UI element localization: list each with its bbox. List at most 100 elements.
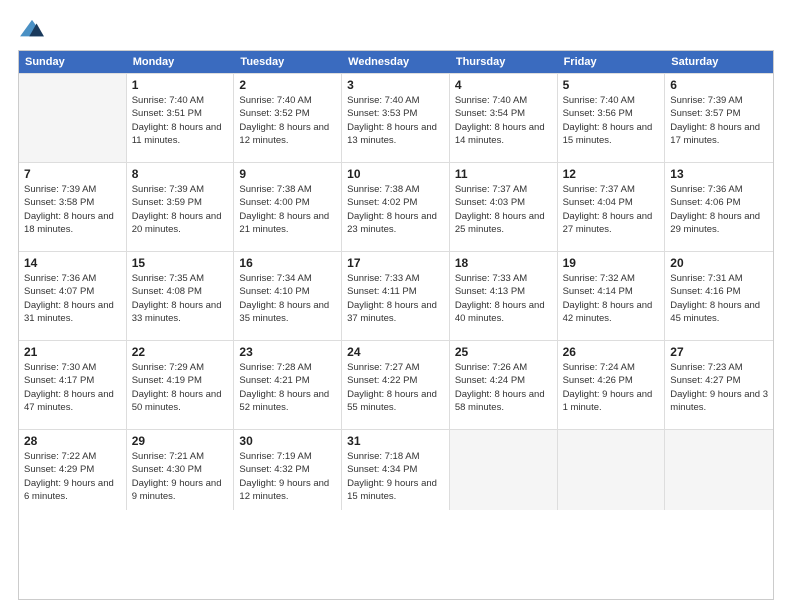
header [18, 18, 774, 40]
weekday-header: Monday [127, 51, 235, 73]
day-number: 17 [347, 256, 444, 270]
day-number: 7 [24, 167, 121, 181]
day-number: 8 [132, 167, 229, 181]
calendar-cell [450, 430, 558, 510]
day-info: Sunrise: 7:33 AM Sunset: 4:11 PM Dayligh… [347, 272, 444, 325]
calendar-row: 1Sunrise: 7:40 AM Sunset: 3:51 PM Daylig… [19, 73, 773, 162]
day-info: Sunrise: 7:21 AM Sunset: 4:30 PM Dayligh… [132, 450, 229, 503]
calendar-cell: 30Sunrise: 7:19 AM Sunset: 4:32 PM Dayli… [234, 430, 342, 510]
day-info: Sunrise: 7:39 AM Sunset: 3:57 PM Dayligh… [670, 94, 768, 147]
calendar-header: SundayMondayTuesdayWednesdayThursdayFrid… [19, 51, 773, 73]
weekday-header: Thursday [450, 51, 558, 73]
day-info: Sunrise: 7:38 AM Sunset: 4:00 PM Dayligh… [239, 183, 336, 236]
calendar-cell: 14 Sunrise: 7:36 AM Sunset: 4:07 PM Dayli… [19, 252, 127, 340]
day-info: Sunrise: 7:30 AM Sunset: 4:17 PM Dayligh… [24, 361, 121, 414]
calendar-cell: 19 Sunrise: 7:32 AM Sunset: 4:14 PM Dayli… [558, 252, 666, 340]
calendar-row: 14 Sunrise: 7:36 AM Sunset: 4:07 PM Dayli… [19, 251, 773, 340]
day-info: Sunrise: 7:32 AM Sunset: 4:14 PM Dayligh… [563, 272, 660, 325]
calendar-row: 7 Sunrise: 7:39 AM Sunset: 3:58 PM Daylig… [19, 162, 773, 251]
calendar-row: 28Sunrise: 7:22 AM Sunset: 4:29 PM Dayli… [19, 429, 773, 510]
weekday-header: Tuesday [234, 51, 342, 73]
day-info: Sunrise: 7:38 AM Sunset: 4:02 PM Dayligh… [347, 183, 444, 236]
day-info: Sunrise: 7:31 AM Sunset: 4:16 PM Dayligh… [670, 272, 768, 325]
calendar-cell: 31 Sunrise: 7:18 AM Sunset: 4:34 PM Dayli… [342, 430, 450, 510]
day-info: Sunrise: 7:26 AM Sunset: 4:24 PM Dayligh… [455, 361, 552, 414]
calendar-cell: 28Sunrise: 7:22 AM Sunset: 4:29 PM Dayli… [19, 430, 127, 510]
day-info: Sunrise: 7:39 AM Sunset: 3:58 PM Dayligh… [24, 183, 121, 236]
day-info: Sunrise: 7:36 AM Sunset: 4:06 PM Dayligh… [670, 183, 768, 236]
calendar-cell: 24 Sunrise: 7:27 AM Sunset: 4:22 PM Dayli… [342, 341, 450, 429]
day-number: 2 [239, 78, 336, 92]
logo [18, 18, 50, 40]
day-number: 5 [563, 78, 660, 92]
day-number: 25 [455, 345, 552, 359]
page: SundayMondayTuesdayWednesdayThursdayFrid… [0, 0, 792, 612]
day-info: Sunrise: 7:28 AM Sunset: 4:21 PM Dayligh… [239, 361, 336, 414]
day-number: 9 [239, 167, 336, 181]
weekday-header: Sunday [19, 51, 127, 73]
day-number: 6 [670, 78, 768, 92]
calendar-cell: 12 Sunrise: 7:37 AM Sunset: 4:04 PM Dayli… [558, 163, 666, 251]
day-info: Sunrise: 7:40 AM Sunset: 3:53 PM Dayligh… [347, 94, 444, 147]
calendar-cell: 6 Sunrise: 7:39 AM Sunset: 3:57 PM Daylig… [665, 74, 773, 162]
day-number: 26 [563, 345, 660, 359]
calendar-cell: 27 Sunrise: 7:23 AM Sunset: 4:27 PM Dayli… [665, 341, 773, 429]
day-info: Sunrise: 7:40 AM Sunset: 3:52 PM Dayligh… [239, 94, 336, 147]
day-number: 16 [239, 256, 336, 270]
day-info: Sunrise: 7:33 AM Sunset: 4:13 PM Dayligh… [455, 272, 552, 325]
calendar-cell: 23 Sunrise: 7:28 AM Sunset: 4:21 PM Dayli… [234, 341, 342, 429]
calendar-cell: 2 Sunrise: 7:40 AM Sunset: 3:52 PM Daylig… [234, 74, 342, 162]
day-number: 14 [24, 256, 121, 270]
day-number: 31 [347, 434, 444, 448]
day-info: Sunrise: 7:24 AM Sunset: 4:26 PM Dayligh… [563, 361, 660, 414]
day-info: Sunrise: 7:34 AM Sunset: 4:10 PM Dayligh… [239, 272, 336, 325]
day-number: 12 [563, 167, 660, 181]
day-info: Sunrise: 7:36 AM Sunset: 4:07 PM Dayligh… [24, 272, 121, 325]
calendar-cell: 4 Sunrise: 7:40 AM Sunset: 3:54 PM Daylig… [450, 74, 558, 162]
day-number: 24 [347, 345, 444, 359]
day-info: Sunrise: 7:23 AM Sunset: 4:27 PM Dayligh… [670, 361, 768, 414]
calendar-cell: 1Sunrise: 7:40 AM Sunset: 3:51 PM Daylig… [127, 74, 235, 162]
day-number: 4 [455, 78, 552, 92]
calendar-cell: 11 Sunrise: 7:37 AM Sunset: 4:03 PM Dayli… [450, 163, 558, 251]
day-info: Sunrise: 7:18 AM Sunset: 4:34 PM Dayligh… [347, 450, 444, 503]
calendar-cell: 17 Sunrise: 7:33 AM Sunset: 4:11 PM Dayli… [342, 252, 450, 340]
day-info: Sunrise: 7:37 AM Sunset: 4:04 PM Dayligh… [563, 183, 660, 236]
calendar-cell: 18Sunrise: 7:33 AM Sunset: 4:13 PM Dayli… [450, 252, 558, 340]
calendar-cell: 15Sunrise: 7:35 AM Sunset: 4:08 PM Dayli… [127, 252, 235, 340]
day-number: 11 [455, 167, 552, 181]
weekday-header: Wednesday [342, 51, 450, 73]
day-number: 22 [132, 345, 229, 359]
calendar-cell: 22 Sunrise: 7:29 AM Sunset: 4:19 PM Dayli… [127, 341, 235, 429]
day-number: 13 [670, 167, 768, 181]
calendar-cell: 13 Sunrise: 7:36 AM Sunset: 4:06 PM Dayli… [665, 163, 773, 251]
day-info: Sunrise: 7:29 AM Sunset: 4:19 PM Dayligh… [132, 361, 229, 414]
day-number: 28 [24, 434, 121, 448]
calendar-cell: 26 Sunrise: 7:24 AM Sunset: 4:26 PM Dayli… [558, 341, 666, 429]
day-number: 19 [563, 256, 660, 270]
calendar-cell: 5 Sunrise: 7:40 AM Sunset: 3:56 PM Daylig… [558, 74, 666, 162]
logo-icon [18, 18, 46, 40]
day-number: 1 [132, 78, 229, 92]
day-info: Sunrise: 7:19 AM Sunset: 4:32 PM Dayligh… [239, 450, 336, 503]
calendar-body: 1Sunrise: 7:40 AM Sunset: 3:51 PM Daylig… [19, 73, 773, 510]
calendar-cell [19, 74, 127, 162]
day-number: 23 [239, 345, 336, 359]
day-info: Sunrise: 7:35 AM Sunset: 4:08 PM Dayligh… [132, 272, 229, 325]
calendar-cell: 29 Sunrise: 7:21 AM Sunset: 4:30 PM Dayli… [127, 430, 235, 510]
day-number: 21 [24, 345, 121, 359]
day-info: Sunrise: 7:40 AM Sunset: 3:54 PM Dayligh… [455, 94, 552, 147]
calendar-cell: 10 Sunrise: 7:38 AM Sunset: 4:02 PM Dayli… [342, 163, 450, 251]
day-number: 29 [132, 434, 229, 448]
day-info: Sunrise: 7:27 AM Sunset: 4:22 PM Dayligh… [347, 361, 444, 414]
calendar-cell: 25 Sunrise: 7:26 AM Sunset: 4:24 PM Dayli… [450, 341, 558, 429]
calendar-row: 21 Sunrise: 7:30 AM Sunset: 4:17 PM Dayli… [19, 340, 773, 429]
calendar-cell: 9 Sunrise: 7:38 AM Sunset: 4:00 PM Daylig… [234, 163, 342, 251]
day-info: Sunrise: 7:40 AM Sunset: 3:56 PM Dayligh… [563, 94, 660, 147]
day-info: Sunrise: 7:37 AM Sunset: 4:03 PM Dayligh… [455, 183, 552, 236]
day-number: 27 [670, 345, 768, 359]
calendar-cell: 8Sunrise: 7:39 AM Sunset: 3:59 PM Daylig… [127, 163, 235, 251]
calendar-cell: 20Sunrise: 7:31 AM Sunset: 4:16 PM Dayli… [665, 252, 773, 340]
day-number: 10 [347, 167, 444, 181]
calendar-cell: 16 Sunrise: 7:34 AM Sunset: 4:10 PM Dayli… [234, 252, 342, 340]
